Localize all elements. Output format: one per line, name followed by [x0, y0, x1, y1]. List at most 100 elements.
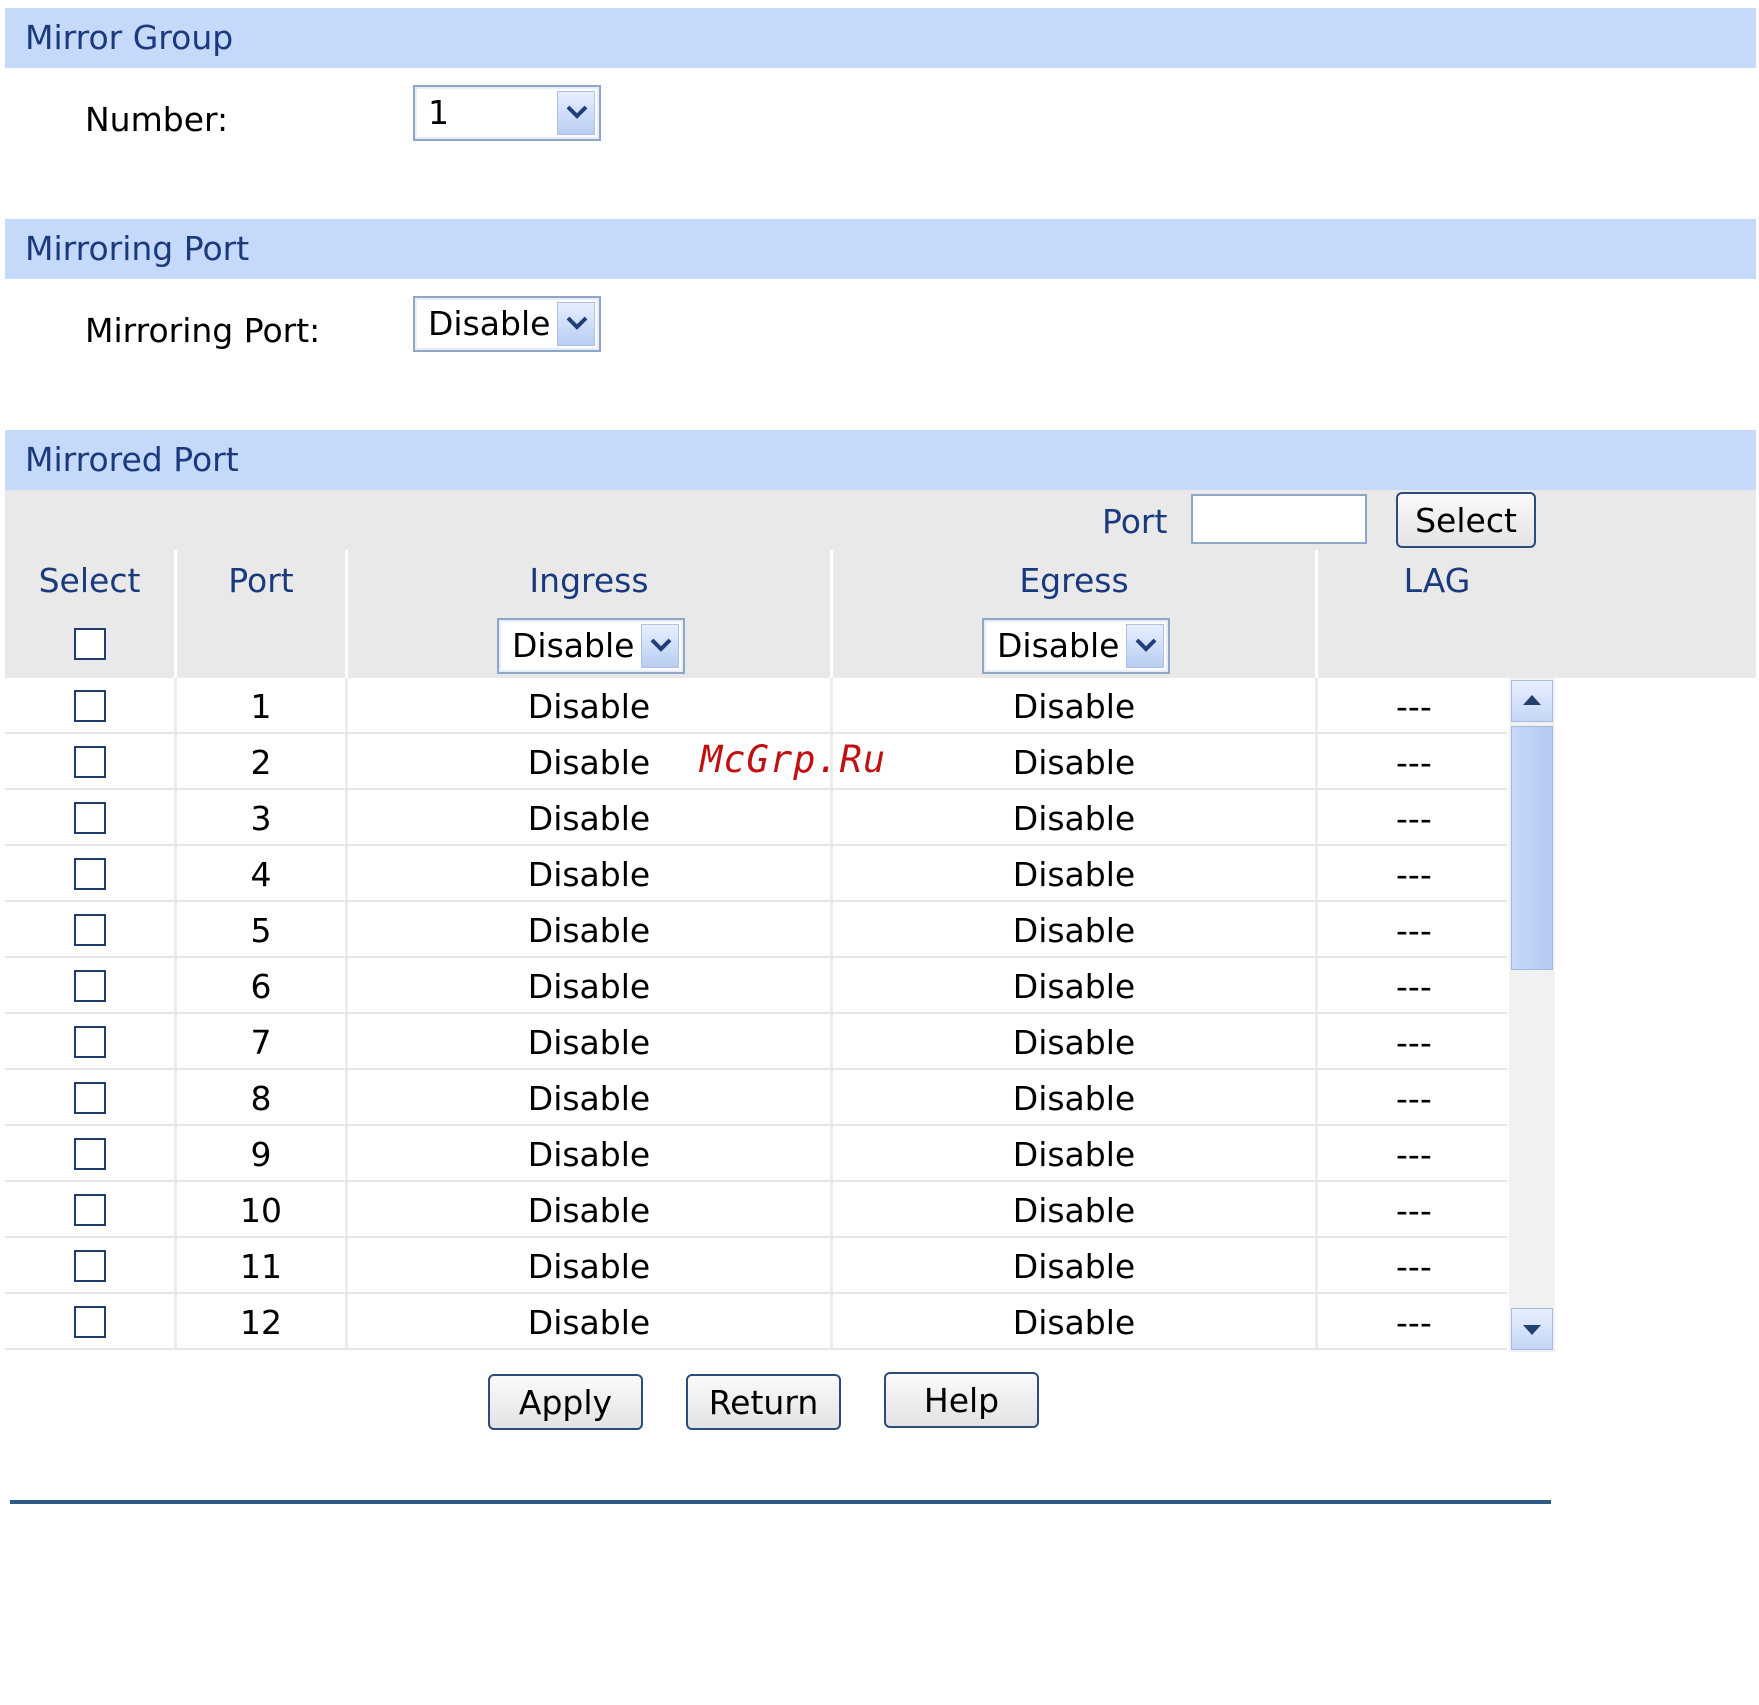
table-row[interactable]: 8 Disable Disable ---: [5, 1070, 1507, 1126]
row-egress-cell: Disable: [833, 1126, 1318, 1180]
row-port-cell: 8: [177, 1070, 348, 1124]
select-all-checkbox[interactable]: [74, 628, 106, 660]
row-port-cell: 12: [177, 1294, 348, 1348]
number-select[interactable]: 1: [413, 85, 601, 141]
row-checkbox[interactable]: [74, 1138, 106, 1170]
table-row[interactable]: 1 Disable Disable ---: [5, 678, 1507, 734]
row-port-cell: 6: [177, 958, 348, 1012]
watermark-text: McGrp.Ru: [700, 738, 887, 781]
mirrored-port-header: Mirrored Port: [5, 430, 1756, 490]
table-row[interactable]: 3 Disable Disable ---: [5, 790, 1507, 846]
row-select-cell: [5, 1294, 177, 1348]
port-search-input[interactable]: [1191, 494, 1367, 544]
table-row[interactable]: 12 Disable Disable ---: [5, 1294, 1507, 1350]
row-egress-cell: Disable: [833, 846, 1318, 900]
apply-button[interactable]: Apply: [488, 1374, 643, 1430]
row-ingress-cell: Disable: [348, 1126, 833, 1180]
row-lag-cell: ---: [1396, 743, 1432, 782]
chevron-down-icon[interactable]: [1126, 624, 1164, 668]
row-lag-cell: ---: [1396, 1303, 1432, 1342]
row-checkbox[interactable]: [74, 802, 106, 834]
row-checkbox[interactable]: [74, 858, 106, 890]
row-ingress-cell: Disable: [348, 678, 833, 732]
bottom-divider: [10, 1500, 1551, 1504]
table-row[interactable]: 4 Disable Disable ---: [5, 846, 1507, 902]
bulk-egress-cell: Disable: [833, 612, 1318, 678]
row-ingress-cell: Disable: [348, 846, 833, 900]
row-ingress-cell: Disable: [348, 1182, 833, 1236]
row-port-cell: 9: [177, 1126, 348, 1180]
row-select-cell: [5, 846, 177, 900]
row-port-cell: 3: [177, 790, 348, 844]
ingress-all-select[interactable]: Disable: [497, 618, 685, 674]
row-ingress-cell: Disable: [348, 902, 833, 956]
mirroring-port-select[interactable]: Disable: [413, 296, 601, 352]
egress-all-value: Disable: [997, 626, 1120, 665]
table-scrollbar[interactable]: [1509, 678, 1555, 1352]
help-button[interactable]: Help: [884, 1372, 1039, 1428]
return-button[interactable]: Return: [686, 1374, 841, 1430]
row-lag-cell: ---: [1396, 1247, 1432, 1286]
row-checkbox[interactable]: [74, 1306, 106, 1338]
row-egress-cell: Disable: [833, 734, 1318, 788]
scroll-up-arrow-icon[interactable]: [1511, 680, 1553, 722]
row-checkbox[interactable]: [74, 1026, 106, 1058]
column-header-lag: LAG: [1403, 561, 1471, 600]
row-lag-cell: ---: [1396, 1191, 1432, 1230]
mirroring-port-title: Mirroring Port: [25, 229, 250, 268]
row-checkbox[interactable]: [74, 690, 106, 722]
mirrored-port-title: Mirrored Port: [25, 440, 239, 479]
column-header-port: Port: [177, 550, 348, 612]
table-row[interactable]: 5 Disable Disable ---: [5, 902, 1507, 958]
row-checkbox[interactable]: [74, 1082, 106, 1114]
table-row[interactable]: 6 Disable Disable ---: [5, 958, 1507, 1014]
row-port-cell: 4: [177, 846, 348, 900]
row-checkbox[interactable]: [74, 746, 106, 778]
row-lag-cell: ---: [1396, 911, 1432, 950]
row-checkbox[interactable]: [74, 1194, 106, 1226]
column-header-ingress: Ingress: [348, 550, 833, 612]
row-select-cell: [5, 734, 177, 788]
mirroring-port-select-value: Disable: [428, 304, 551, 343]
ingress-all-value: Disable: [512, 626, 635, 665]
row-egress-cell: Disable: [833, 958, 1318, 1012]
table-row[interactable]: 11 Disable Disable ---: [5, 1238, 1507, 1294]
row-select-cell: [5, 678, 177, 732]
bulk-ingress-cell: Disable: [348, 612, 833, 678]
row-egress-cell: Disable: [833, 1238, 1318, 1292]
row-select-cell: [5, 1126, 177, 1180]
row-ingress-cell: Disable: [348, 790, 833, 844]
table-header: Select Port Ingress Egress LAG: [5, 550, 1756, 612]
port-search-label: Port: [1102, 502, 1168, 541]
port-search-toolbar: Port Select: [5, 490, 1756, 550]
bulk-lag-cell: [1318, 612, 1556, 678]
row-lag-cell: ---: [1396, 855, 1432, 894]
row-lag-cell: ---: [1396, 1023, 1432, 1062]
table-row[interactable]: 7 Disable Disable ---: [5, 1014, 1507, 1070]
chevron-down-icon[interactable]: [641, 624, 679, 668]
row-checkbox[interactable]: [74, 1250, 106, 1282]
row-lag-cell: ---: [1396, 687, 1432, 726]
number-select-value: 1: [428, 93, 449, 132]
row-egress-cell: Disable: [833, 790, 1318, 844]
row-select-cell: [5, 902, 177, 956]
scroll-down-arrow-icon[interactable]: [1511, 1308, 1553, 1350]
egress-all-select[interactable]: Disable: [982, 618, 1170, 674]
scroll-thumb[interactable]: [1511, 726, 1553, 970]
table-row[interactable]: 9 Disable Disable ---: [5, 1126, 1507, 1182]
row-checkbox[interactable]: [74, 970, 106, 1002]
row-checkbox[interactable]: [74, 914, 106, 946]
number-label: Number:: [85, 100, 229, 139]
chevron-down-icon[interactable]: [557, 302, 595, 346]
row-ingress-cell: Disable: [348, 1238, 833, 1292]
table-row[interactable]: 10 Disable Disable ---: [5, 1182, 1507, 1238]
row-port-cell: 7: [177, 1014, 348, 1068]
row-egress-cell: Disable: [833, 1294, 1318, 1348]
select-port-button[interactable]: Select: [1396, 492, 1536, 548]
row-ingress-cell: Disable: [348, 1014, 833, 1068]
chevron-down-icon[interactable]: [557, 91, 595, 135]
row-egress-cell: Disable: [833, 678, 1318, 732]
row-ingress-cell: Disable: [348, 958, 833, 1012]
row-select-cell: [5, 958, 177, 1012]
row-ingress-cell: Disable: [348, 1070, 833, 1124]
